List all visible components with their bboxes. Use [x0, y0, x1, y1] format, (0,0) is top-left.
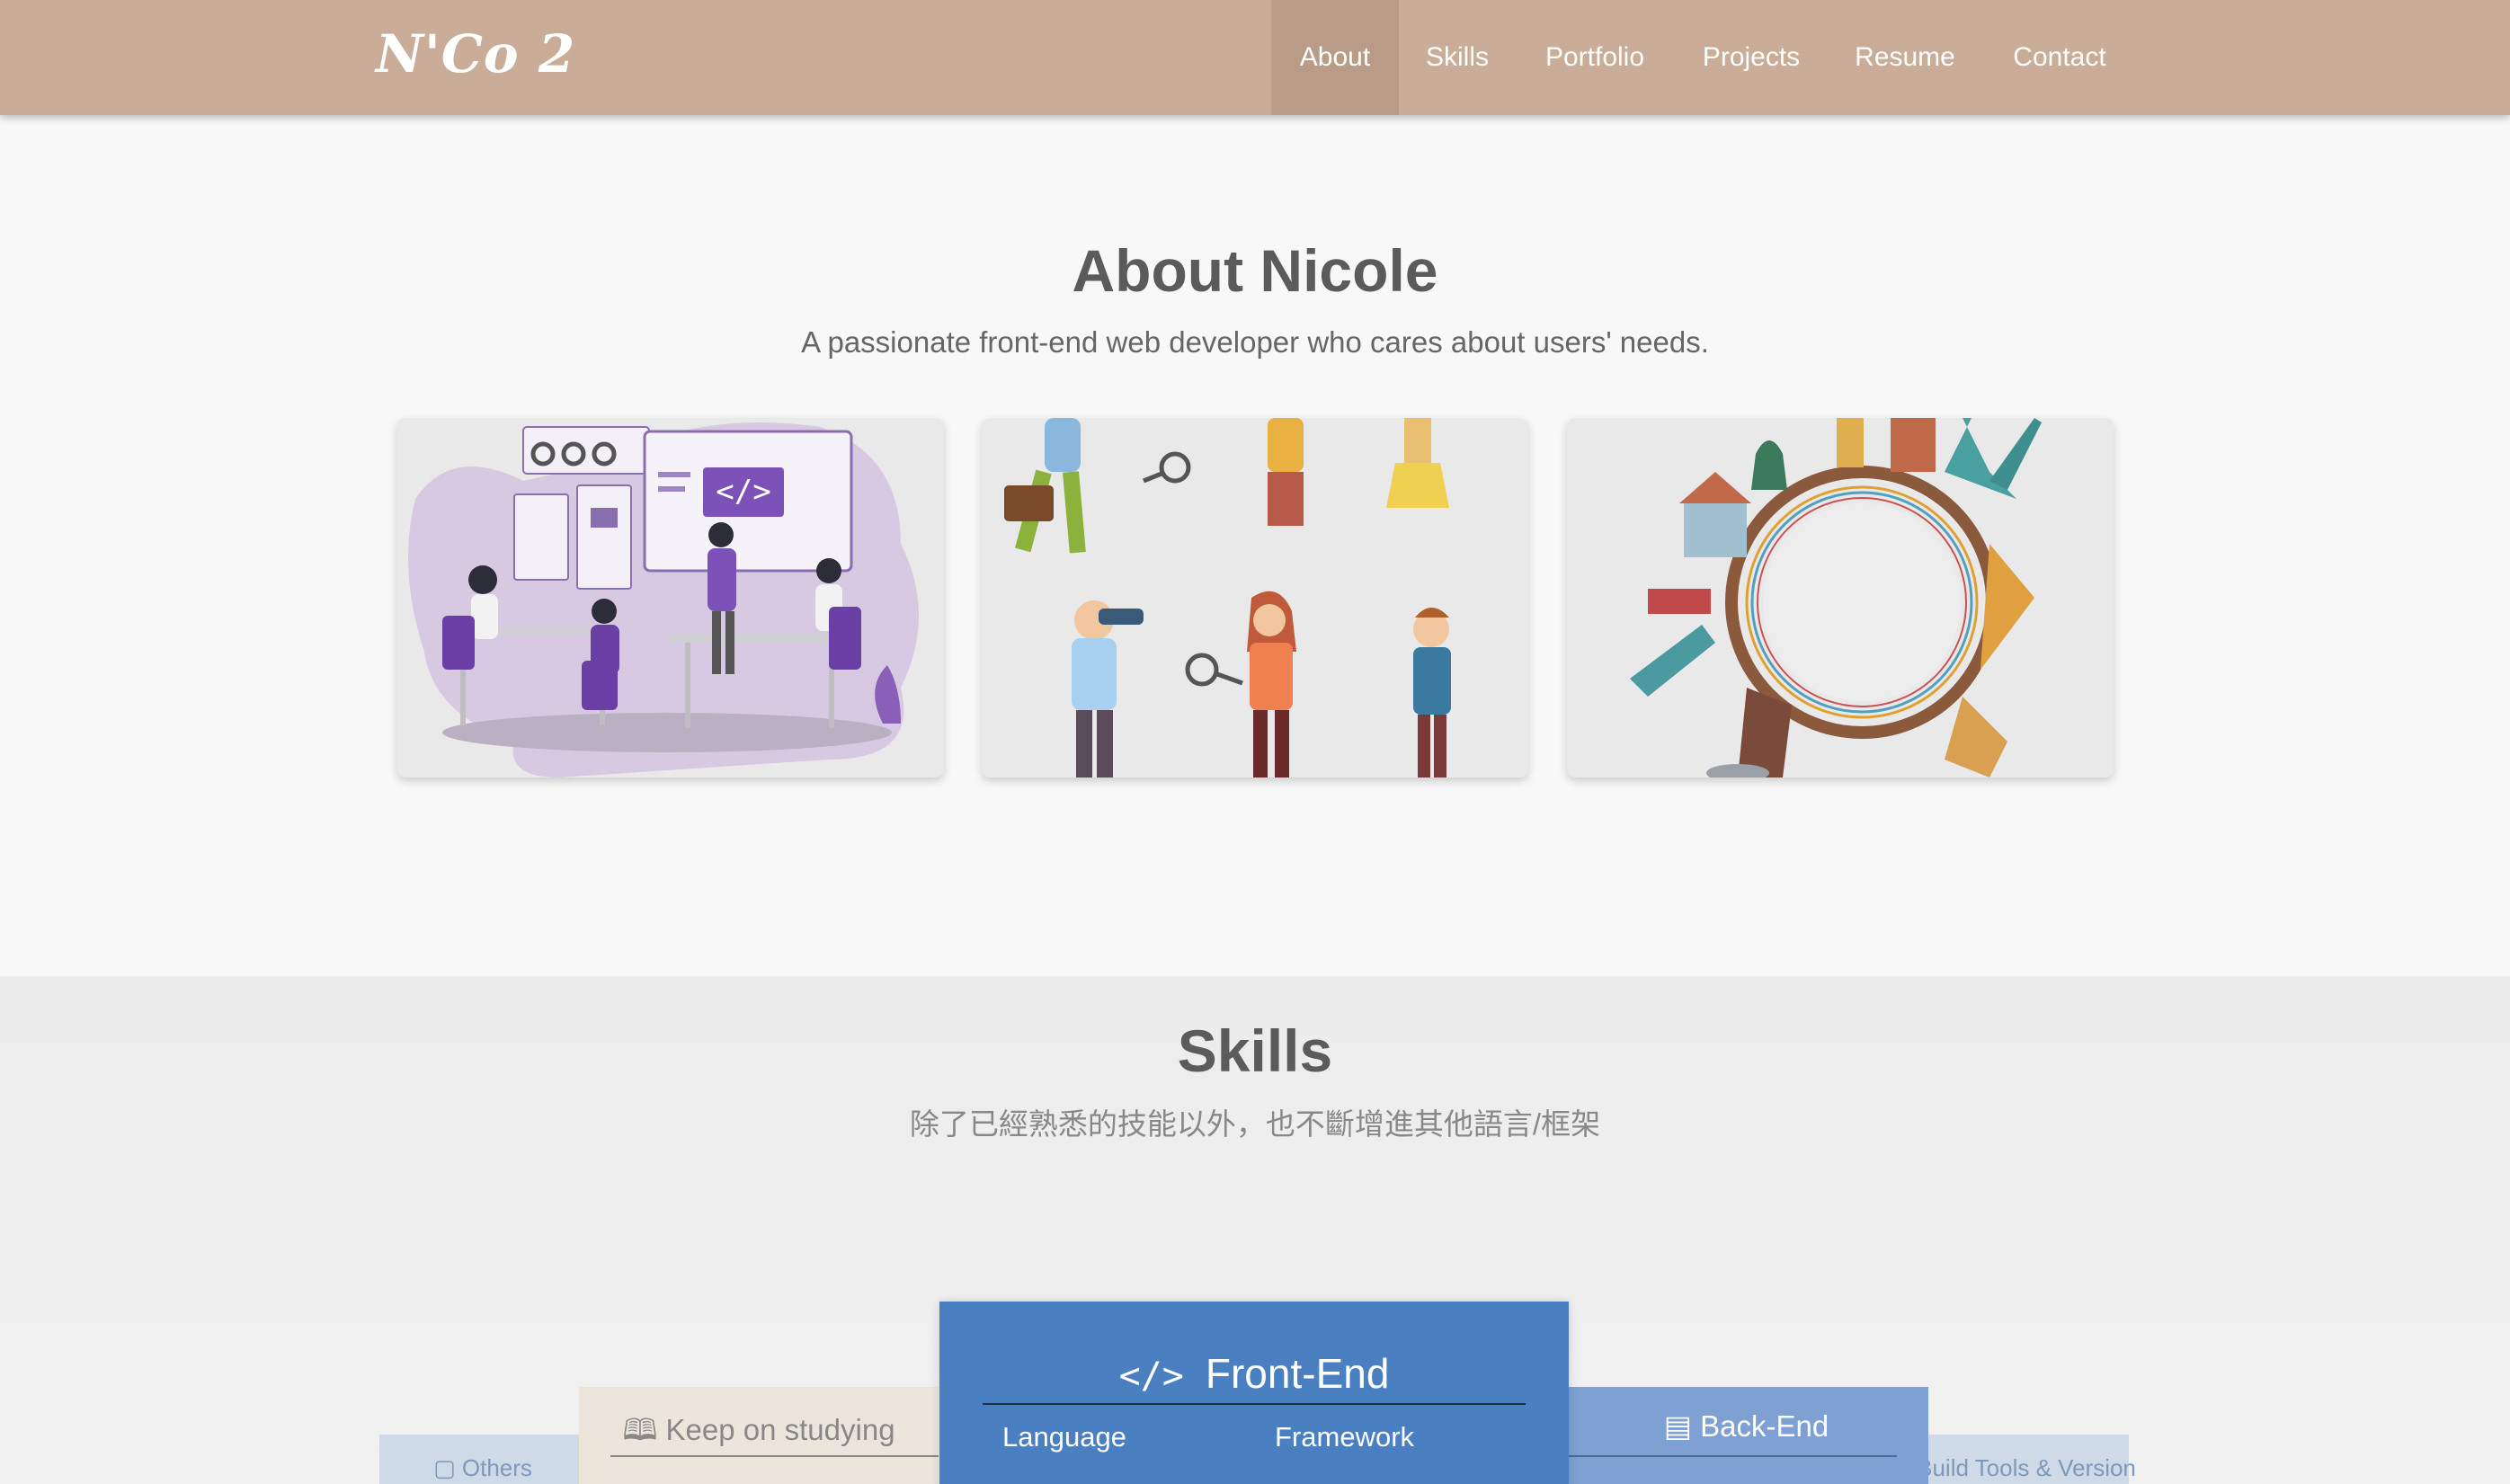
code-icon: </> [1118, 1355, 1206, 1397]
book-icon: 🕮 [622, 1413, 666, 1446]
svg-text:</>: </> [716, 474, 770, 510]
nav-menu: About Skills Portfolio Projects Resume C… [0, 0, 2510, 115]
others-icon: ▢ [433, 1454, 462, 1481]
about-card-world[interactable] [1567, 418, 2114, 778]
back-end-label: Back-End [1700, 1409, 1829, 1443]
skills-panel-keep-studying[interactable]: 🕮 Keep on studying [579, 1387, 939, 1484]
navbar: N'Co 2 About Skills Portfolio Projects R… [0, 0, 2510, 115]
nav-portfolio[interactable]: Portfolio [1528, 0, 1661, 115]
nav-projects[interactable]: Projects [1683, 0, 1820, 115]
nav-resume[interactable]: Resume [1843, 0, 1967, 115]
about-section: About Nicole A passionate front-end web … [0, 115, 2510, 976]
about-card-team-coding[interactable]: </> [397, 418, 944, 778]
keep-studying-divider [610, 1455, 939, 1457]
keep-studying-label: Keep on studying [665, 1413, 895, 1446]
front-end-framework-heading[interactable]: Framework [1275, 1421, 1414, 1453]
world-landmarks-circle-illustration [1567, 418, 2114, 778]
nav-about[interactable]: About [1271, 0, 1399, 115]
front-end-language-heading[interactable]: Language [1002, 1421, 1126, 1453]
skills-subtitle: 除了已經熟悉的技能以外，也不斷增進其他語言/框架 [909, 1107, 1601, 1141]
others-label: Others [461, 1454, 532, 1481]
skills-panel-front-end[interactable]: </> Front-End Language Framework [939, 1302, 1569, 1484]
front-end-label: Front-End [1205, 1350, 1390, 1397]
about-card-explorers[interactable] [982, 418, 1528, 778]
server-icon: ▤ [1663, 1409, 1701, 1443]
skills-title: Skills [1177, 1017, 1333, 1084]
skills-panel-back-end[interactable]: ▤ Back-End [1564, 1387, 1928, 1484]
about-subtitle: A passionate front-end web developer who… [801, 325, 1709, 359]
nav-contact[interactable]: Contact [1996, 0, 2123, 115]
explorers-searching-illustration [982, 418, 1528, 778]
about-title: About Nicole [1072, 237, 1438, 304]
back-end-divider [1564, 1455, 1897, 1457]
front-end-divider [983, 1403, 1526, 1405]
skills-section: Skills 除了已經熟悉的技能以外，也不斷增進其他語言/框架 ▢ Others… [0, 976, 2510, 1484]
team-coding-illustration: </> [397, 418, 944, 778]
nav-skills[interactable]: Skills [1404, 0, 1510, 115]
